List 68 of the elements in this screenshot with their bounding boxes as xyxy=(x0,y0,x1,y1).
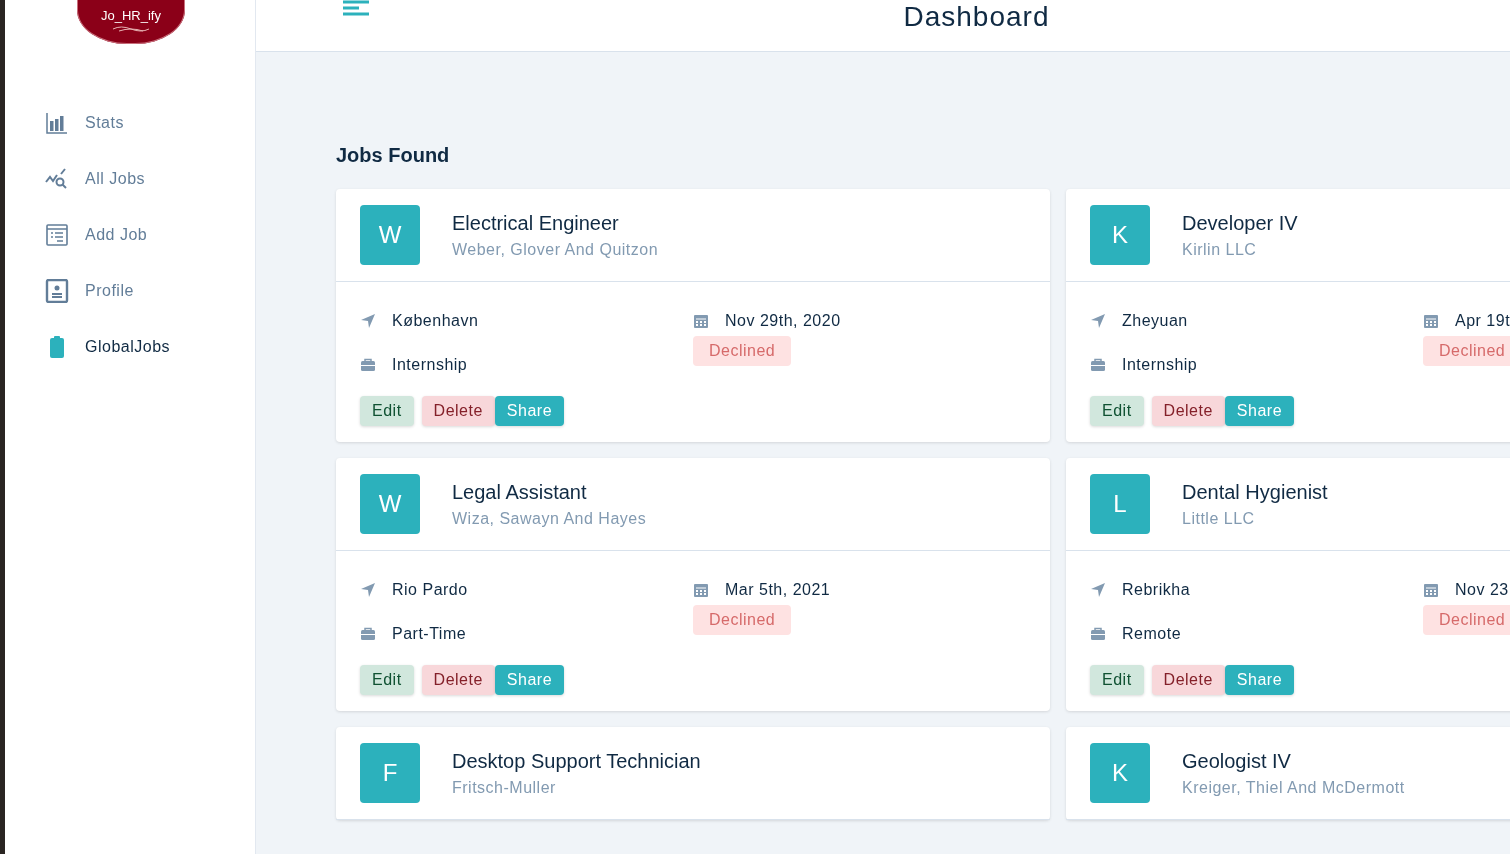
job-title: Dental Hygienist xyxy=(1182,480,1328,504)
briefcase-icon xyxy=(1090,357,1106,373)
action-button[interactable]: Edit xyxy=(360,396,414,426)
job-date: Nov 23 xyxy=(1455,581,1509,599)
company-name: Kreiger, Thiel And McDermott xyxy=(1182,778,1405,797)
company-name: Weber, Glover And Quitzon xyxy=(452,240,659,259)
company-avatar: L xyxy=(1090,474,1150,534)
status-badge: Declined xyxy=(693,605,792,635)
job-title: Desktop Support Technician xyxy=(452,749,701,773)
company-avatar: W xyxy=(360,205,420,265)
bar-chart-icon xyxy=(45,111,69,135)
job-location: Rio Pardo xyxy=(392,581,468,599)
job-title: Developer IV xyxy=(1182,211,1298,235)
company-avatar: K xyxy=(1090,205,1150,265)
form-icon xyxy=(45,223,69,247)
calendar-icon xyxy=(1423,313,1439,329)
status-badge: Declined xyxy=(1423,336,1510,366)
action-button[interactable]: Delete xyxy=(421,665,495,695)
job-type: Internship xyxy=(392,356,468,374)
job-type: Part-Time xyxy=(392,625,467,643)
job-date: Nov 29th, 2020 xyxy=(725,312,841,330)
chart-search-icon xyxy=(45,167,69,191)
company-name: Little LLC xyxy=(1182,509,1256,528)
section-heading: Jobs Found xyxy=(336,144,451,167)
nav-link[interactable]: Profile xyxy=(45,263,255,319)
job-location: København xyxy=(392,312,479,330)
job-type: Remote xyxy=(1122,625,1182,643)
company-name: Kirlin LLC xyxy=(1182,240,1258,259)
job-date: Mar 5th, 2021 xyxy=(725,581,831,599)
nav-link[interactable]: Add Job xyxy=(45,207,255,263)
status-badge: Declined xyxy=(693,336,792,366)
status-badge: Declined xyxy=(1423,605,1510,635)
action-button[interactable]: Delete xyxy=(1151,665,1225,695)
action-button[interactable]: Delete xyxy=(1151,396,1225,426)
job-location: Rebrikha xyxy=(1122,581,1191,599)
job-title: Electrical Engineer xyxy=(452,211,620,235)
page-title: Dashboard xyxy=(903,0,1050,33)
nav-link[interactable]: GlobalJobs xyxy=(45,319,255,375)
company-avatar: W xyxy=(360,474,420,534)
location-arrow-icon xyxy=(1090,313,1106,329)
nav-link[interactable]: Stats xyxy=(45,95,255,151)
location-arrow-icon xyxy=(360,313,376,329)
company-name: Fritsch-Muller xyxy=(452,778,557,797)
action-button[interactable]: Edit xyxy=(1090,665,1144,695)
briefcase-icon xyxy=(1090,626,1106,642)
profile-card-icon xyxy=(45,279,69,303)
company-avatar: F xyxy=(360,743,420,803)
calendar-icon xyxy=(1423,582,1439,598)
flourish-icon xyxy=(111,24,151,33)
action-button[interactable]: Edit xyxy=(1090,396,1144,426)
action-button[interactable]: Edit xyxy=(360,665,414,695)
job-location: Zheyuan xyxy=(1122,312,1188,330)
job-type: Internship xyxy=(1122,356,1198,374)
logo-text: Jo_HR_ify xyxy=(101,7,161,23)
company-avatar: K xyxy=(1090,743,1150,803)
job-title: Geologist IV xyxy=(1182,749,1292,773)
briefcase-icon xyxy=(360,357,376,373)
nav-link[interactable]: All Jobs xyxy=(45,151,255,207)
calendar-icon xyxy=(693,582,709,598)
calendar-icon xyxy=(693,313,709,329)
job-title: Legal Assistant xyxy=(452,480,588,504)
company-name: Wiza, Sawayn And Hayes xyxy=(452,509,647,528)
location-arrow-icon xyxy=(1090,582,1106,598)
location-arrow-icon xyxy=(360,582,376,598)
briefcase-icon xyxy=(360,626,376,642)
menu-icon[interactable] xyxy=(343,0,369,16)
action-button[interactable]: Delete xyxy=(421,396,495,426)
job-date: Apr 19t xyxy=(1455,312,1510,330)
